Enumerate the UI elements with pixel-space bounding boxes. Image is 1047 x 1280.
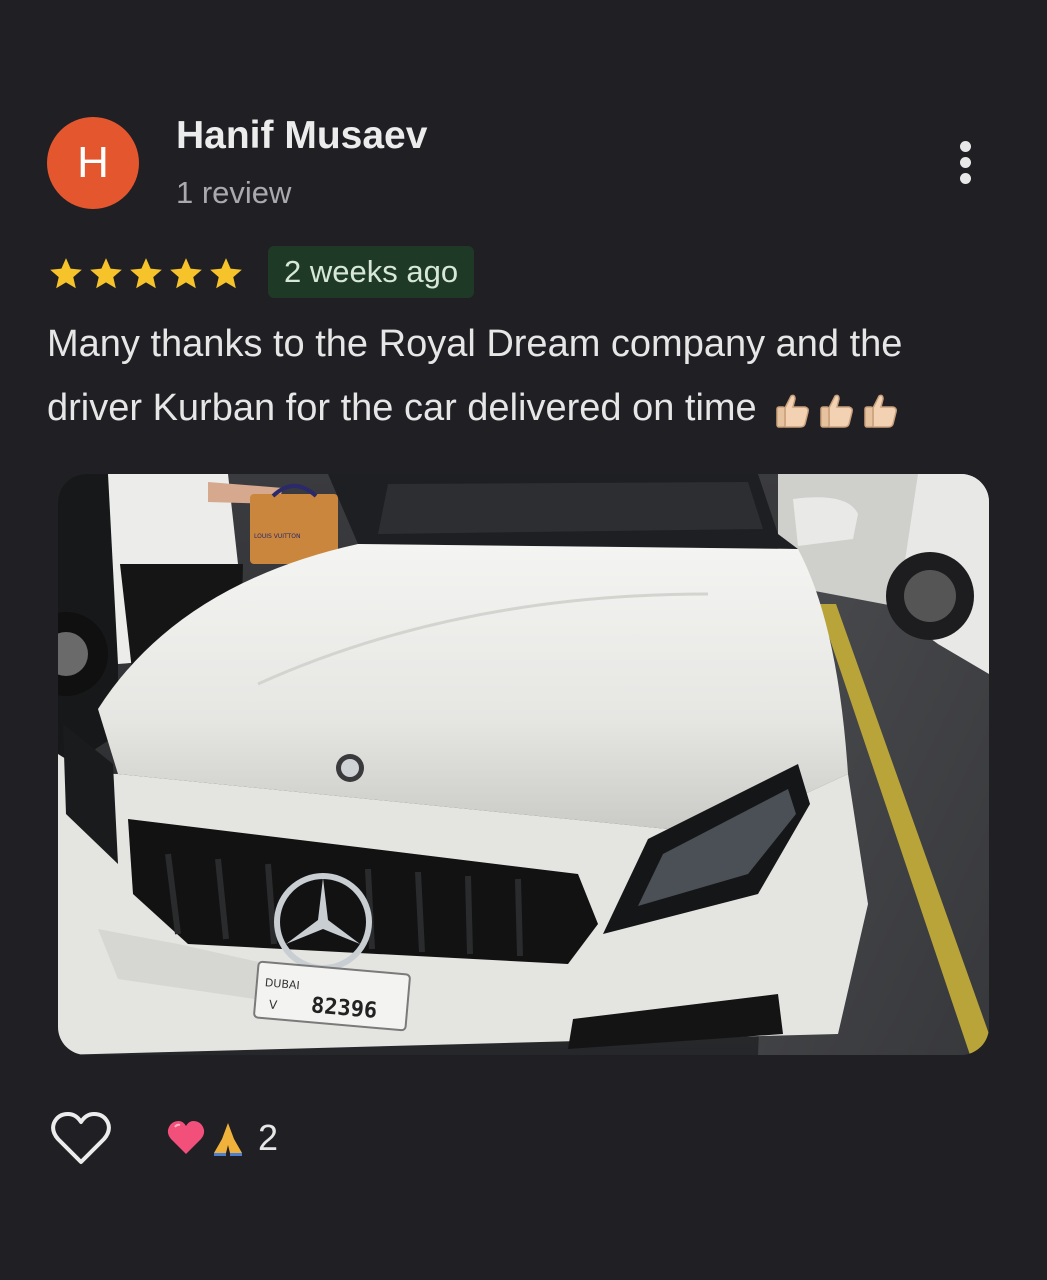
review-date-badge: 2 weeks ago xyxy=(268,246,475,298)
heart-emoji-icon xyxy=(167,1121,205,1154)
white-car-photo: DUBAI V 82396 LOUIS VUITTON xyxy=(58,474,989,1055)
thumbs-up-icon xyxy=(820,394,854,428)
praying-hands-emoji-icon xyxy=(214,1123,242,1156)
bag-brand: LOUIS VUITTON xyxy=(254,533,300,540)
star-icon xyxy=(130,258,162,289)
star-icon xyxy=(90,258,122,289)
reactions-summary[interactable]: 2 xyxy=(166,1116,278,1160)
review-date: 2 weeks ago xyxy=(284,254,459,289)
author-name[interactable]: Hanif Musaev xyxy=(176,114,427,158)
author-review-count: 1 review xyxy=(176,175,292,210)
review-text-block: Many thanks to the Royal Dream company a… xyxy=(47,312,1007,440)
like-button[interactable] xyxy=(50,1110,112,1166)
avatar-initial: H xyxy=(77,138,109,187)
heart-outline-icon xyxy=(51,1112,111,1164)
review-photo[interactable]: DUBAI V 82396 LOUIS VUITTON xyxy=(58,474,989,1055)
reaction-count: 2 xyxy=(258,1117,279,1158)
thumbs-up-icon xyxy=(864,394,898,428)
review-emojis xyxy=(773,390,901,430)
star-icon xyxy=(170,258,202,289)
star-rating xyxy=(47,254,245,296)
star-icon xyxy=(210,258,242,289)
star-icon xyxy=(50,258,82,289)
more-options-button[interactable] xyxy=(946,138,986,186)
thumbs-up-icon xyxy=(776,394,810,428)
author-avatar[interactable]: H xyxy=(47,117,139,209)
